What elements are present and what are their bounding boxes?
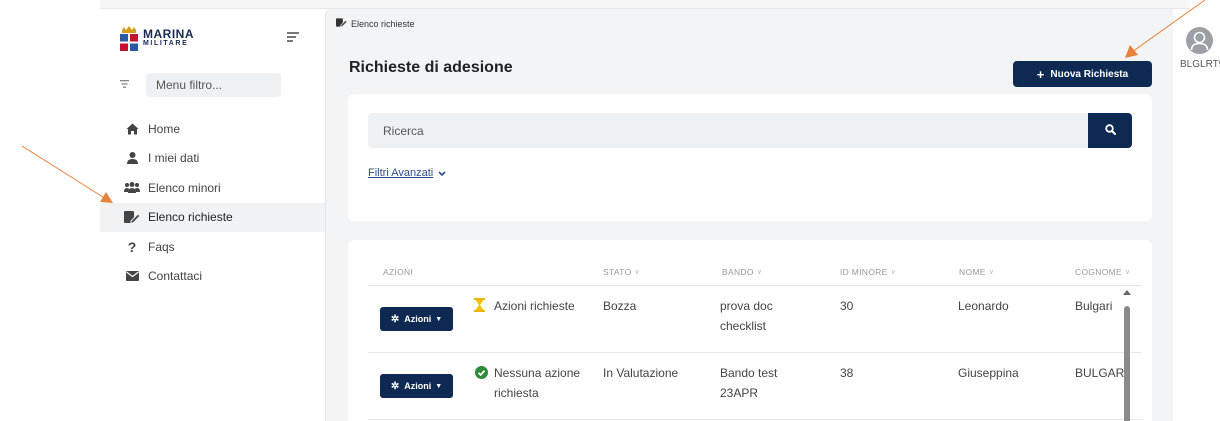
row-stato: In Valutazione (603, 366, 679, 380)
sort-chevron-icon: ∨ (756, 269, 763, 276)
sidebar-item-label: I miei dati (148, 151, 200, 166)
search-input[interactable] (368, 113, 1088, 148)
row-id-minore: 38 (840, 366, 854, 380)
row-cognome: Bulgari (1075, 299, 1113, 313)
scroll-up-icon[interactable] (1123, 290, 1131, 295)
hourglass-icon (474, 298, 485, 318)
check-circle-icon (475, 365, 488, 385)
annotation-arrow-left (21, 145, 107, 200)
users-icon (124, 181, 140, 195)
brand-logo[interactable]: MARINA MILITARE (119, 26, 194, 52)
username: BLGLRT9 (1180, 59, 1220, 70)
sidebar-collapse-icon[interactable] (287, 32, 301, 42)
gear-icon: ✲ (390, 380, 400, 392)
sidebar-item-home[interactable]: Home (100, 114, 325, 144)
column-header-cognome[interactable]: COGNOME ∨ (1075, 267, 1130, 277)
brand-name-line2: MILITARE (143, 40, 189, 47)
row-bando: prova doc checklist (720, 299, 773, 333)
page-title: Richieste di adesione (349, 59, 513, 76)
row-status-text: Nessuna azione richiesta (494, 366, 581, 400)
sidebar-item-label: Contattaci (148, 269, 203, 284)
column-header-bando[interactable]: BANDO ∨ (722, 267, 762, 277)
plus-icon: + (1036, 66, 1045, 82)
sidebar-item-contattaci[interactable]: Contattaci (100, 262, 325, 292)
sidebar: MARINA MILITARE Home I miei dati (100, 9, 325, 421)
actions-dropdown-button[interactable]: ✲ Azioni ▼ (380, 374, 453, 398)
sort-chevron-icon: ∨ (890, 269, 896, 276)
gear-icon: ✲ (390, 313, 400, 325)
top-strip (100, 0, 1190, 9)
row-bando: Bando test 23APR (720, 366, 778, 400)
question-icon: ? (127, 238, 137, 255)
brand-name-line1: MARINA (143, 27, 194, 41)
chevron-down-icon (438, 167, 446, 179)
row-status-text: Azioni richieste (494, 299, 575, 313)
main-content: Elenco richieste Richieste di adesione +… (325, 9, 1173, 421)
table-row: ✲ Azioni ▼ Nessuna azione richiesta In V… (368, 353, 1142, 420)
home-icon (124, 122, 140, 136)
new-request-button[interactable]: + Nuova Richiesta (1013, 61, 1152, 87)
sidebar-item-label: Elenco richieste (148, 210, 233, 225)
row-nome: Leonardo (958, 299, 1009, 313)
column-header-id-minore[interactable]: ID MINORE ∨ (840, 267, 896, 277)
sidebar-item-faqs[interactable]: ? Faqs (100, 232, 325, 262)
sort-chevron-icon: ∨ (634, 269, 640, 276)
search-button[interactable] (1088, 113, 1132, 148)
actions-dropdown-button[interactable]: ✲ Azioni ▼ (380, 307, 453, 331)
edit-list-icon (124, 210, 140, 224)
page: MARINA MILITARE Home I miei dati (0, 0, 1220, 421)
user-avatar[interactable] (1186, 27, 1213, 54)
edit-list-icon (336, 18, 351, 29)
sidebar-item-i-miei-dati[interactable]: I miei dati (100, 144, 325, 174)
scroll-thumb[interactable] (1124, 306, 1130, 421)
marina-emblem-icon (119, 26, 139, 52)
caret-down-icon: ▼ (435, 315, 443, 323)
breadcrumb-current[interactable]: Elenco richieste (351, 19, 415, 29)
sort-chevron-icon: ∨ (1124, 269, 1131, 276)
sidebar-item-label: Elenco minori (148, 180, 221, 195)
search-card: Filtri Avanzati (348, 94, 1152, 221)
column-header-azioni: AZIONI (383, 267, 414, 277)
envelope-icon (124, 269, 140, 283)
menu-filter (120, 73, 281, 97)
row-stato: Bozza (603, 299, 637, 313)
sidebar-item-label: Faqs (148, 239, 175, 254)
requests-table: AZIONI STATO ∨ BANDO ∨ ID MINORE ∨ NOME ∨ CO… (348, 240, 1152, 421)
advanced-filters-link[interactable]: Filtri Avanzati (368, 167, 446, 179)
table-row: ✲ Azioni ▼ Azioni richieste Bozza prova … (368, 286, 1142, 353)
sidebar-item-label: Home (148, 121, 181, 136)
search-icon (1104, 123, 1116, 138)
sidebar-nav: Home I miei dati Elenco minori Elenco ri… (100, 114, 325, 291)
caret-down-icon: ▼ (435, 382, 443, 390)
sidebar-item-elenco-richieste[interactable]: Elenco richieste (100, 202, 325, 232)
sort-chevron-icon: ∨ (988, 269, 995, 276)
advanced-filters-label: Filtri Avanzati (368, 167, 434, 179)
row-nome: Giuseppina (958, 366, 1019, 380)
user-icon (1190, 31, 1209, 51)
breadcrumb: Elenco richieste (336, 18, 415, 29)
menu-filter-input[interactable] (146, 73, 281, 97)
table-scrollbar[interactable] (1123, 290, 1131, 421)
column-header-nome[interactable]: NOME ∨ (959, 267, 994, 277)
new-request-label: Nuova Richiesta (1050, 68, 1129, 80)
user-icon (124, 151, 140, 165)
filter-icon (120, 79, 130, 91)
row-id-minore: 30 (840, 299, 854, 313)
row-cognome: BULGAR (1075, 366, 1125, 380)
sidebar-item-elenco-minori[interactable]: Elenco minori (100, 173, 325, 203)
column-header-stato[interactable]: STATO ∨ (603, 267, 640, 277)
